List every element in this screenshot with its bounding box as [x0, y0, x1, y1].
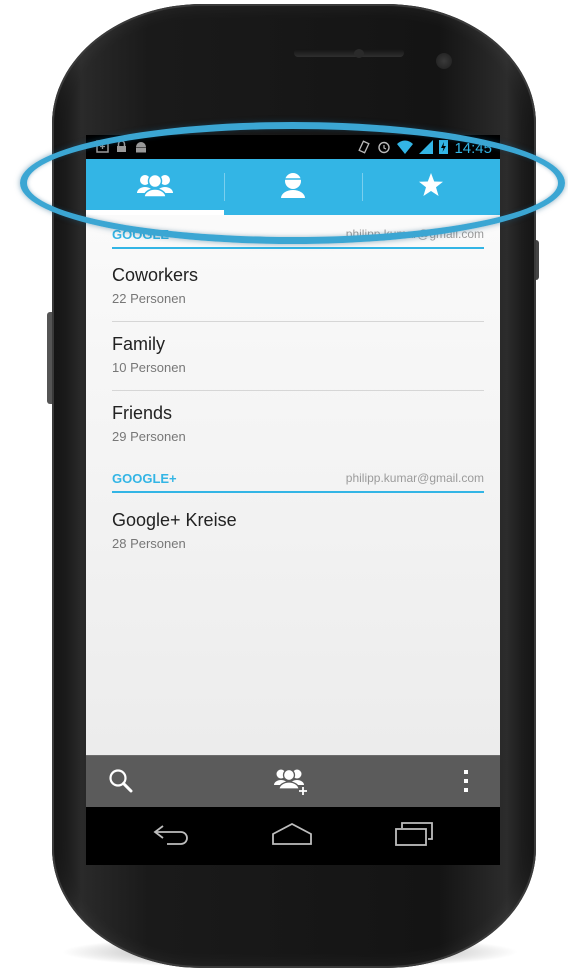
navigation-bar: [86, 807, 500, 865]
group-list: GOOGLE philipp.kumar@gmail.com Coworkers…: [86, 215, 500, 755]
recents-icon: [394, 821, 434, 852]
back-button[interactable]: [150, 821, 194, 851]
list-item-friends[interactable]: Friends 29 Personen: [112, 391, 484, 459]
section-header-google-plus: GOOGLE+ philipp.kumar@gmail.com: [112, 465, 484, 493]
group-name: Coworkers: [112, 265, 199, 285]
group-count: 10 Personen: [112, 360, 186, 375]
list-item-coworkers[interactable]: Coworkers 22 Personen: [112, 253, 484, 322]
overflow-menu-icon: [463, 769, 469, 798]
list-item-google-plus-circles[interactable]: Google+ Kreise 28 Personen: [112, 498, 484, 566]
proximity-sensor: [354, 49, 364, 58]
earpiece: [294, 49, 404, 57]
list-item-family[interactable]: Family 10 Personen: [112, 322, 484, 391]
search-button[interactable]: [104, 766, 138, 800]
section-title: GOOGLE+: [112, 471, 177, 486]
group-count: 28 Personen: [112, 536, 186, 551]
group-name: Family: [112, 334, 165, 354]
back-icon: [153, 822, 191, 851]
front-camera: [436, 53, 452, 69]
group-count: 29 Personen: [112, 429, 186, 444]
group-name: Friends: [112, 403, 173, 423]
group-name: Google+ Kreise: [112, 510, 237, 530]
home-icon: [271, 822, 313, 851]
bottom-action-bar: [86, 755, 500, 808]
group-count: 22 Personen: [112, 291, 186, 306]
add-group-icon: [273, 766, 309, 801]
section-account: philipp.kumar@gmail.com: [345, 471, 484, 485]
add-group-button[interactable]: [274, 766, 308, 800]
search-icon: [108, 768, 134, 799]
screen: 14:45 GOOGLE philipp.kumar@gmail.com Cow…: [86, 135, 500, 865]
recents-button[interactable]: [392, 821, 436, 851]
home-button[interactable]: [270, 821, 314, 851]
tab-highlight-ellipse: [20, 122, 565, 244]
overflow-menu-button[interactable]: [449, 766, 483, 800]
